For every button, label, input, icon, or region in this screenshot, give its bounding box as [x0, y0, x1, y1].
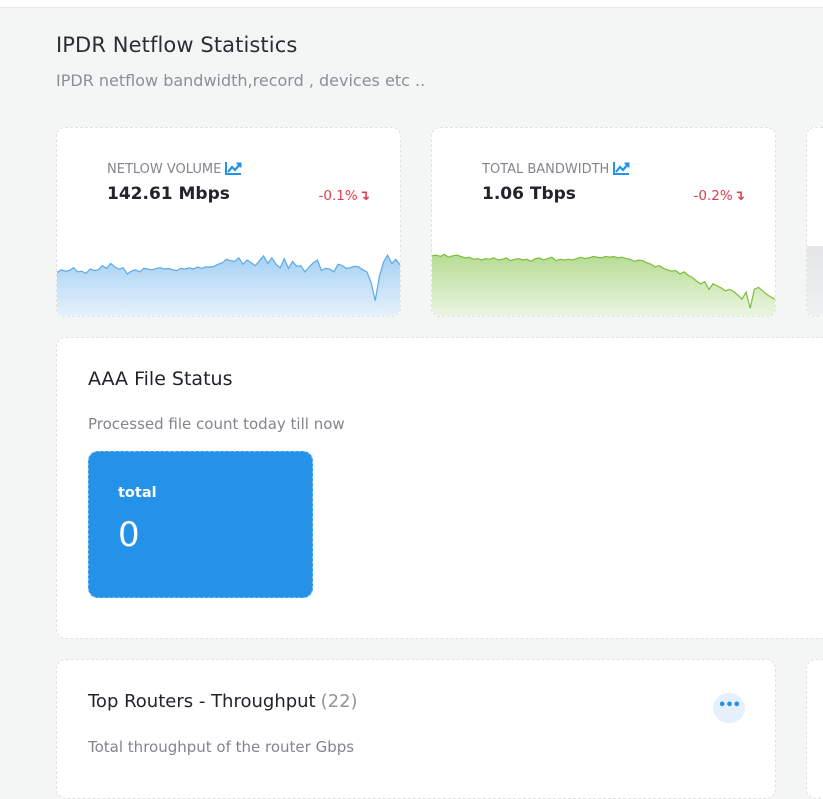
- stat-delta-text: -0.2%: [693, 188, 733, 204]
- stat-delta: -0.1%↴: [319, 188, 370, 204]
- stat-card-total-bandwidth: TOTAL BANDWIDTH 1.06 Tbps -0.2%↴: [431, 127, 776, 317]
- aaa-file-status-card: AAA File Status Processed file count tod…: [56, 337, 823, 639]
- card-title: Top Routers - Throughput (22): [88, 691, 358, 712]
- sparkline-area: [432, 254, 775, 316]
- sparkline-area: [57, 255, 400, 316]
- router-count: (22): [320, 691, 358, 712]
- top-routers-card: Top Routers - Throughput (22) Total throu…: [56, 659, 776, 799]
- total-label: total: [118, 485, 157, 501]
- stat-label-text: TOTAL BANDWIDTH: [482, 162, 610, 177]
- trend-chart-icon[interactable]: [225, 161, 242, 179]
- sparkline-chart: [432, 253, 775, 316]
- card-subtitle: Processed file count today till now: [88, 415, 345, 433]
- stat-delta-text: -0.1%: [318, 188, 358, 204]
- stat-label: NETLOW VOLUME: [107, 161, 242, 179]
- down-arrow-icon: ↴: [733, 188, 745, 204]
- more-options-icon[interactable]: •••: [713, 693, 745, 723]
- sparkline-chart: [57, 253, 400, 316]
- stat-value: 1.06 Tbps: [482, 184, 576, 204]
- stat-card-partial: [806, 127, 823, 317]
- top-bar: [0, 0, 823, 8]
- page-subtitle: IPDR netflow bandwidth,record , devices …: [56, 71, 426, 90]
- total-count-tile: total 0: [88, 451, 313, 598]
- card-title-text: Top Routers - Throughput: [88, 691, 316, 712]
- stat-label: TOTAL BANDWIDTH: [482, 161, 630, 179]
- sparkline-chart: [807, 246, 823, 316]
- stat-label-text: NETLOW VOLUME: [107, 162, 222, 177]
- router-card-partial: [806, 659, 823, 799]
- page-title: IPDR Netflow Statistics: [56, 33, 298, 57]
- stat-card-netflow-volume: NETLOW VOLUME 142.61 Mbps -0.1%↴: [56, 127, 401, 317]
- total-value: 0: [118, 515, 140, 555]
- stat-delta: -0.2%↴: [694, 188, 745, 204]
- down-arrow-icon: ↴: [358, 188, 370, 204]
- card-subtitle: Total throughput of the router Gbps: [88, 738, 355, 756]
- trend-chart-icon[interactable]: [613, 161, 630, 179]
- card-title: AAA File Status: [88, 368, 233, 390]
- stat-value: 142.61 Mbps: [107, 184, 230, 204]
